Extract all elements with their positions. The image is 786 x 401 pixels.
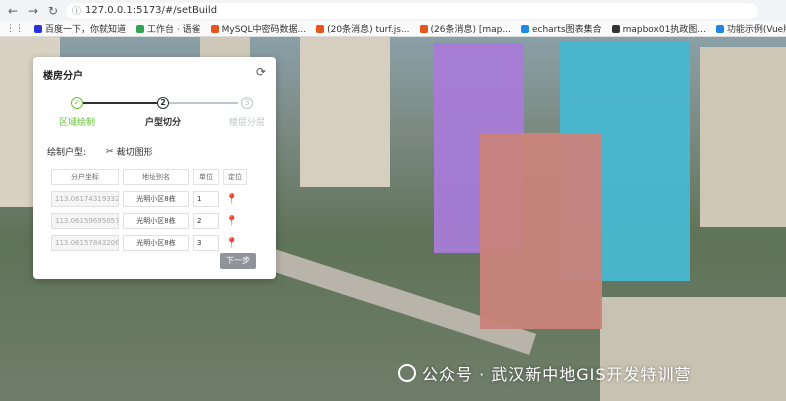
- bookmark-item[interactable]: (26条消息) [map...: [419, 22, 511, 35]
- table-row: 113.06159695057... 光明小区8栋 2 📍: [51, 213, 247, 229]
- bookmark-favicon-icon: [419, 24, 428, 33]
- coord-input[interactable]: 113.06157843206...: [51, 235, 119, 251]
- unit-table: 分户坐标 地址别名 单位 定位 113.06174319332... 光明小区8…: [47, 163, 251, 257]
- back-icon[interactable]: ←: [6, 4, 20, 18]
- step-number: 2: [157, 97, 169, 109]
- bookmark-item[interactable]: (20条消息) turf.js...: [316, 22, 410, 35]
- bookmark-favicon-icon: [316, 24, 325, 33]
- bookmark-label: 百度一下，你就知道: [45, 25, 127, 35]
- location-pin-icon[interactable]: 📍: [223, 216, 241, 227]
- building-right: [700, 47, 786, 227]
- alias-input[interactable]: 光明小区8栋: [123, 191, 189, 207]
- refresh-icon[interactable]: ⟳: [256, 65, 266, 79]
- bookmark-label: echarts图表集合: [531, 25, 602, 35]
- location-pin-icon[interactable]: 📍: [223, 194, 241, 205]
- url-text: 127.0.0.1:5173/#/setBuild: [85, 5, 218, 16]
- cut-label: 裁切图形: [116, 148, 153, 158]
- alias-input[interactable]: 光明小区8栋: [123, 235, 189, 251]
- bookmark-favicon-icon: [34, 24, 42, 33]
- forward-icon[interactable]: →: [26, 4, 40, 18]
- watermark-text: 公众号 · 武汉新中地GIS开发特训营: [422, 365, 692, 384]
- bookmark-item[interactable]: MySQL中密码数据...: [210, 22, 307, 35]
- unit-3-pink: [480, 133, 602, 329]
- road-right: [600, 297, 786, 401]
- bookmark-favicon-icon: [136, 24, 145, 33]
- bookmark-label: (26条消息) [map...: [430, 25, 511, 35]
- coord-input[interactable]: 113.06174319332...: [51, 191, 119, 207]
- bookmark-favicon-icon: [210, 24, 219, 33]
- check-icon: ✓: [71, 97, 83, 109]
- table-row: 113.06157843206... 光明小区8栋 3 📍: [51, 235, 247, 251]
- column-header: 定位: [223, 169, 247, 185]
- bookmark-favicon-icon: [611, 24, 620, 33]
- bookmarks-bar: ⋮⋮ 百度一下，你就知道 工作台 · 语雀 MySQL中密码数据... (20条消息)…: [0, 21, 786, 37]
- bookmark-label: (20条消息) turf.js...: [327, 25, 410, 35]
- watermark: 公众号 · 武汉新中地GIS开发特训营: [398, 361, 692, 385]
- step-3[interactable]: 3 楼层分层: [217, 97, 277, 128]
- step-label: 户型切分: [144, 118, 181, 128]
- bookmark-item[interactable]: 百度一下，你就知道: [34, 22, 126, 35]
- coord-input[interactable]: 113.06159695057...: [51, 213, 119, 229]
- cut-shape-button[interactable]: ✂ 裁切图形: [106, 145, 153, 159]
- bookmark-favicon-icon: [715, 24, 724, 33]
- building-center: [300, 37, 390, 187]
- bookmark-label: mapbox01执政图...: [622, 25, 706, 35]
- bookmark-item[interactable]: echarts图表集合: [520, 22, 602, 35]
- bookmark-label: 工作台 · 语雀: [147, 25, 201, 35]
- reload-icon[interactable]: ↻: [46, 4, 60, 18]
- unit-input[interactable]: 3: [193, 235, 219, 251]
- browser-toolbar: ← → ↻ ⓘ 127.0.0.1:5173/#/setBuild: [0, 0, 786, 22]
- bookmark-favicon-icon: [520, 24, 529, 33]
- draw-label: 绘制户型:: [47, 148, 87, 158]
- info-icon[interactable]: ⓘ: [72, 4, 81, 17]
- draw-row: 绘制户型: ✂ 裁切图形: [47, 145, 153, 159]
- step-label: 区域绘制: [58, 118, 95, 128]
- bookmark-item[interactable]: 工作台 · 语雀: [136, 22, 201, 35]
- step-2[interactable]: 2 户型切分: [133, 97, 193, 128]
- location-pin-icon[interactable]: 📍: [223, 238, 241, 249]
- address-bar[interactable]: ⓘ 127.0.0.1:5173/#/setBuild: [66, 2, 758, 19]
- table-header: 分户坐标 地址别名 单位 定位: [51, 169, 247, 185]
- unit-input[interactable]: 2: [193, 213, 219, 229]
- next-step-button[interactable]: 下一步: [220, 253, 256, 269]
- panel-title: 楼房分户: [43, 71, 83, 82]
- step-1[interactable]: ✓ 区域绘制: [47, 97, 107, 128]
- bookmark-item[interactable]: mapbox01执政图...: [611, 22, 706, 35]
- house-split-panel: 楼房分户 ⟳ ✓ 区域绘制 2 户型切分 3 楼层分层 绘制户型: ✂ 裁切图形…: [33, 57, 276, 279]
- table-row: 113.06174319332... 光明小区8栋 1 📍: [51, 191, 247, 207]
- bookmark-item[interactable]: 功能示例(Vue版) -...: [715, 22, 786, 35]
- bookmark-label: 功能示例(Vue版) -...: [726, 25, 786, 35]
- bookmark-label: MySQL中密码数据...: [221, 25, 307, 35]
- column-header: 单位: [193, 169, 219, 185]
- steps-indicator: ✓ 区域绘制 2 户型切分 3 楼层分层: [43, 97, 268, 128]
- step-number: 3: [241, 97, 253, 109]
- step-label: 楼层分层: [228, 118, 265, 128]
- column-header: 地址别名: [123, 169, 189, 185]
- apps-icon[interactable]: ⋮⋮: [6, 24, 24, 34]
- alias-input[interactable]: 光明小区8栋: [123, 213, 189, 229]
- column-header: 分户坐标: [51, 169, 119, 185]
- wechat-icon: [398, 364, 416, 382]
- scissors-icon: ✂: [106, 146, 114, 157]
- unit-input[interactable]: 1: [193, 191, 219, 207]
